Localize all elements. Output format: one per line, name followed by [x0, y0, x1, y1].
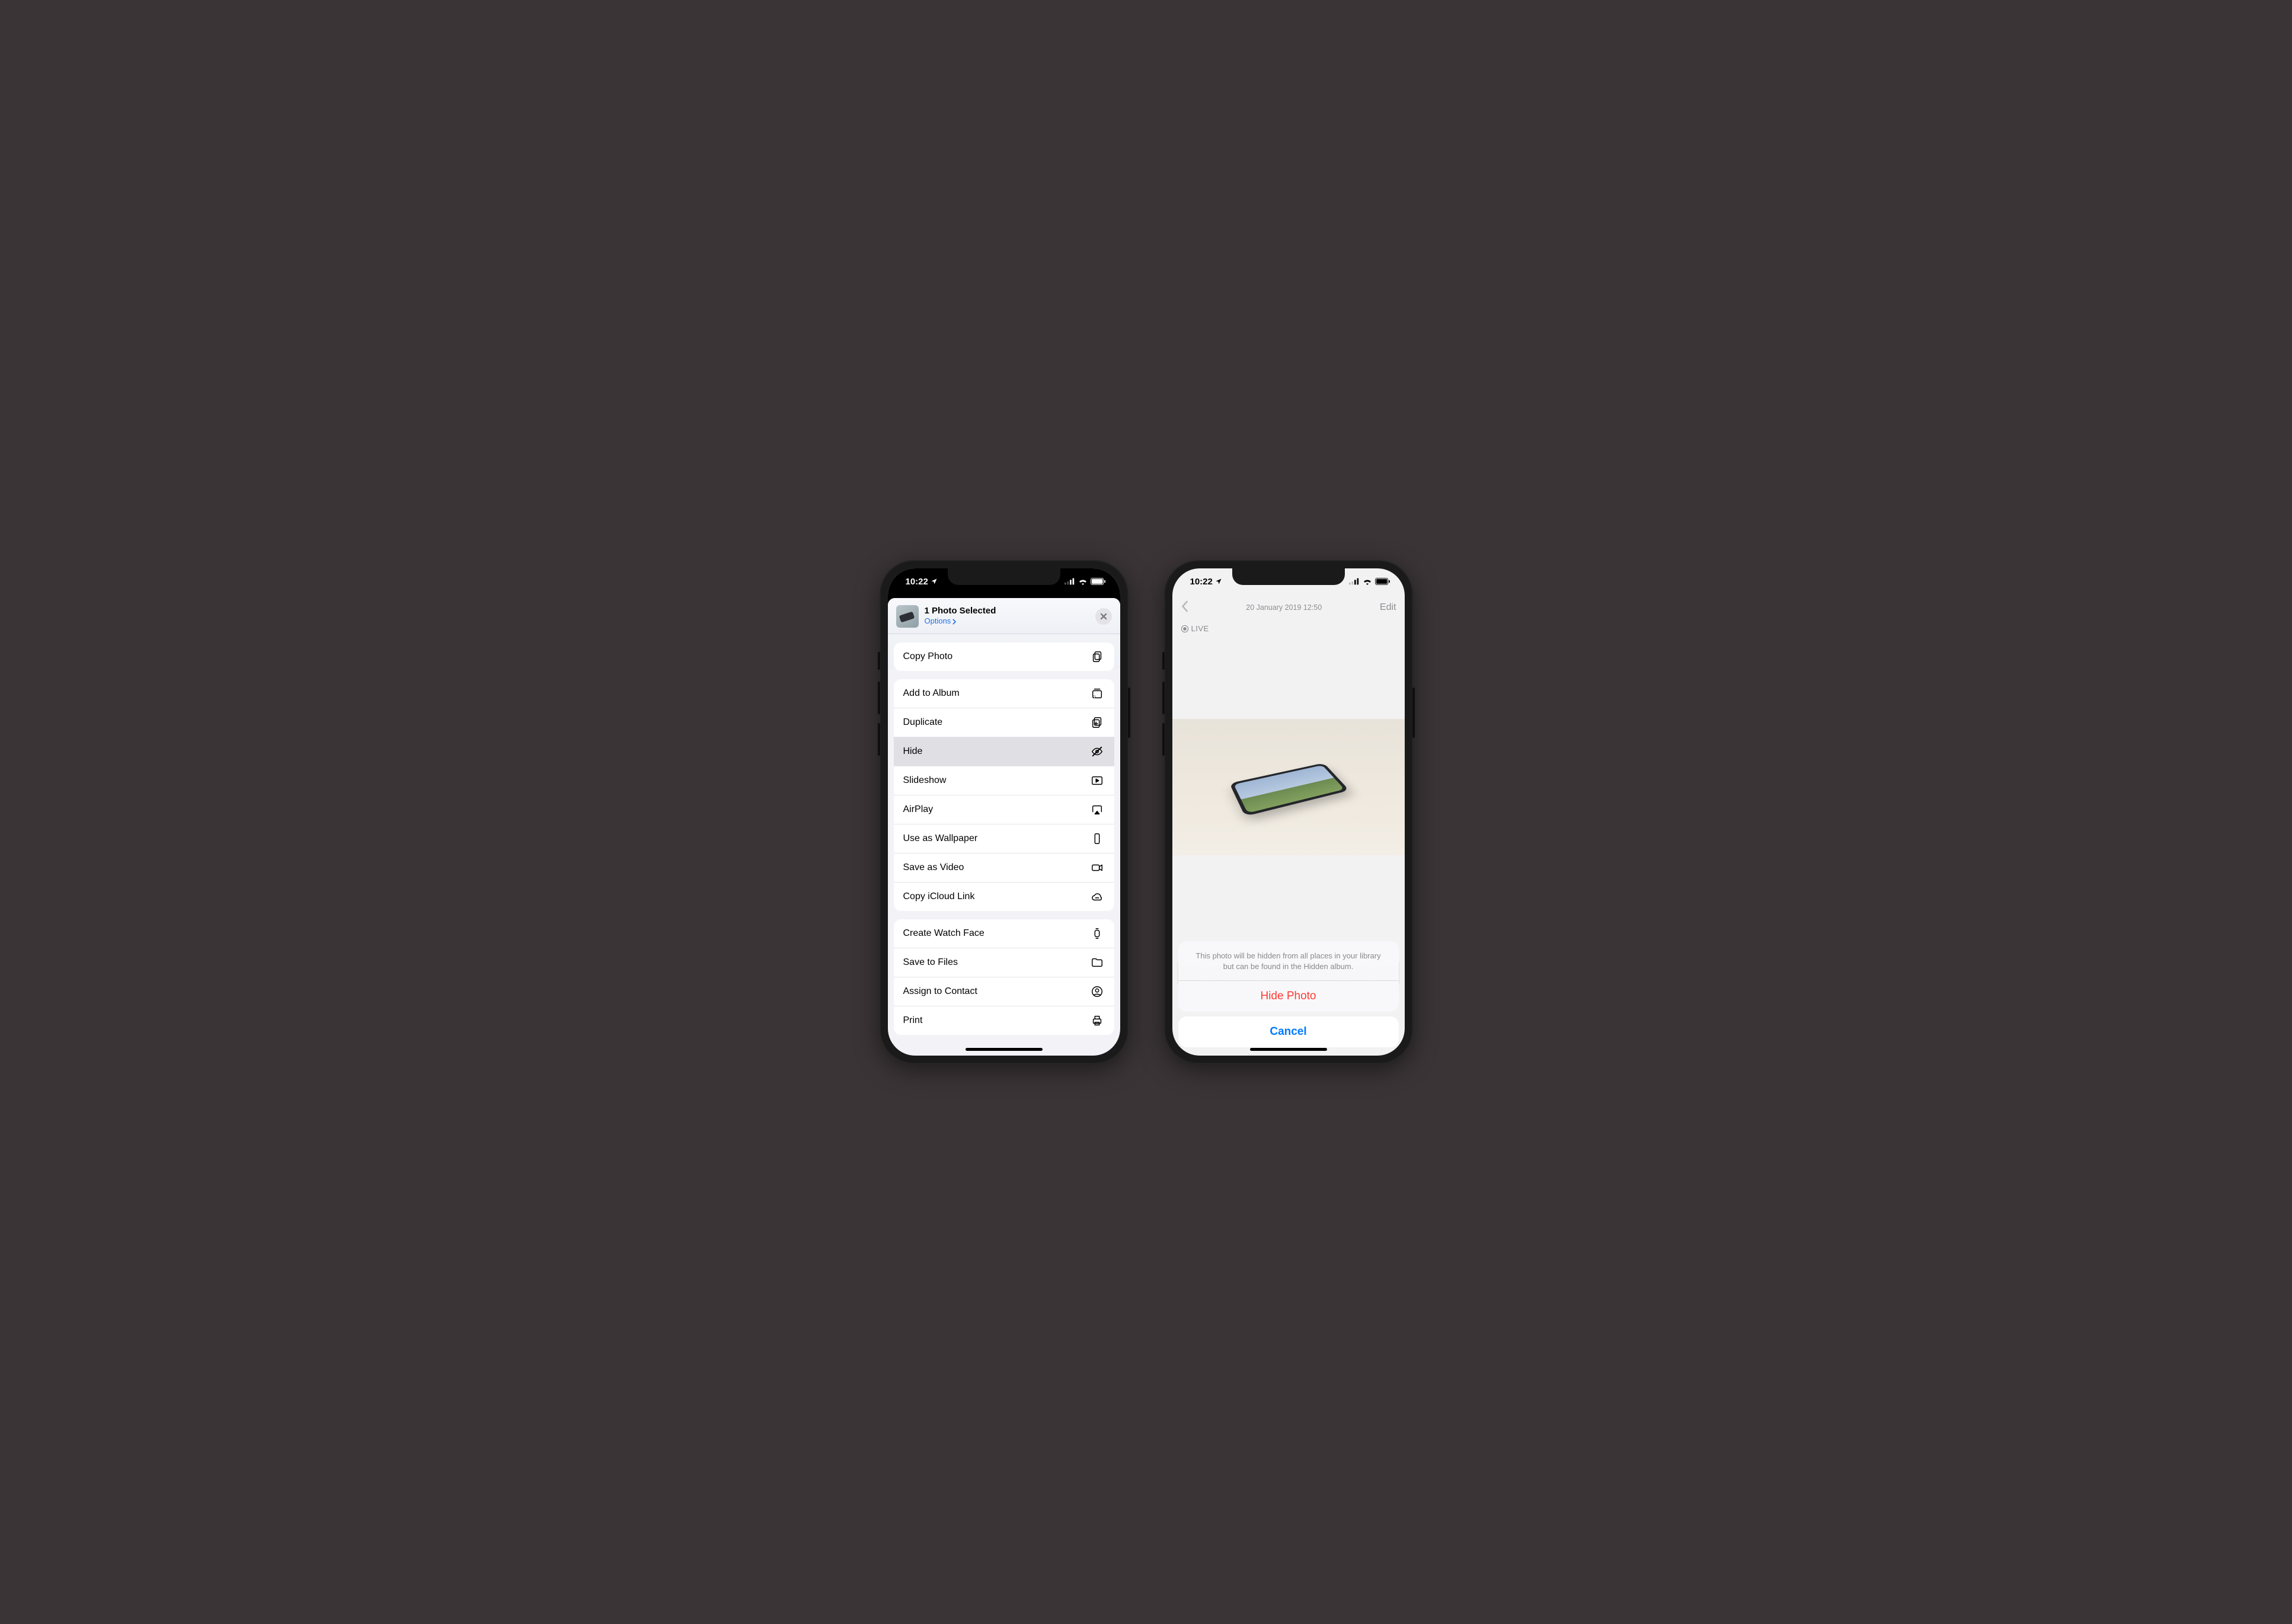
action-copy-icloud-link[interactable]: Copy iCloud Link: [894, 882, 1114, 911]
action-label: Use as Wallpaper: [903, 833, 978, 844]
edit-button[interactable]: Edit: [1380, 602, 1396, 613]
copy-icon: [1089, 650, 1105, 663]
action-label: Copy Photo: [903, 651, 953, 662]
close-button[interactable]: [1095, 608, 1112, 625]
status-time: 10:22: [906, 577, 928, 587]
screen-photo-detail: 10:22 20 January 2019 12:50 Edit LIV: [1172, 568, 1405, 1056]
battery-icon: [1091, 578, 1106, 585]
action-label: AirPlay: [903, 804, 934, 815]
phone-icon: [1089, 832, 1105, 845]
action-label: Save as Video: [903, 862, 964, 873]
action-save-to-files[interactable]: Save to Files: [894, 948, 1114, 977]
notch: [1232, 568, 1345, 585]
watch-icon: [1089, 927, 1105, 940]
photo-content: [1229, 763, 1350, 816]
cloud-icon: [1089, 890, 1105, 903]
device-frame-right: 10:22 20 January 2019 12:50 Edit LIV: [1164, 560, 1413, 1064]
action-duplicate[interactable]: Duplicate: [894, 708, 1114, 737]
action-hide[interactable]: Hide: [894, 737, 1114, 766]
close-icon: [1100, 613, 1107, 620]
share-options-link[interactable]: Options: [925, 617, 957, 626]
action-group: Create Watch Face Save to Files Assign to …: [894, 919, 1114, 1035]
action-airplay[interactable]: AirPlay: [894, 795, 1114, 824]
cellular-icon: [1065, 578, 1075, 585]
screen-share-sheet: 10:22 1 Photo Selected Options: [888, 568, 1120, 1056]
action-label: Print: [903, 1015, 923, 1026]
action-create-watch-face[interactable]: Create Watch Face: [894, 919, 1114, 948]
hide-icon: [1089, 745, 1105, 758]
location-icon: [1215, 578, 1222, 585]
live-badge: LIVE: [1181, 624, 1209, 633]
airplay-icon: [1089, 803, 1105, 816]
print-icon: [1089, 1014, 1105, 1027]
wifi-icon: [1363, 578, 1372, 585]
live-icon: [1181, 625, 1189, 633]
hide-warning-text: This photo will be hidden from all place…: [1178, 941, 1399, 981]
chevron-left-icon: [1181, 600, 1188, 612]
contact-icon: [1089, 985, 1105, 998]
action-assign-to-contact[interactable]: Assign to Contact: [894, 977, 1114, 1006]
action-label: Slideshow: [903, 775, 947, 786]
photo-date: 20 January 2019 12:50: [1188, 603, 1380, 612]
action-label: Assign to Contact: [903, 986, 977, 997]
home-indicator[interactable]: [966, 1048, 1043, 1051]
cellular-icon: [1349, 578, 1360, 585]
play-icon: [1089, 774, 1105, 787]
photo-preview[interactable]: [1172, 719, 1405, 855]
back-button[interactable]: [1181, 600, 1188, 615]
action-copy-photo[interactable]: Copy Photo: [894, 642, 1114, 671]
nav-bar: 20 January 2019 12:50 Edit: [1172, 594, 1405, 621]
share-sheet-body[interactable]: Copy Photo Add to Album Duplicate Hide Slide…: [888, 634, 1120, 1055]
action-sheet: This photo will be hidden from all place…: [1178, 941, 1399, 1047]
action-label: Create Watch Face: [903, 928, 984, 939]
hide-photo-button[interactable]: Hide Photo: [1178, 981, 1399, 1012]
album-icon: [1089, 687, 1105, 700]
action-group: Add to Album Duplicate Hide Slideshow AirPla…: [894, 679, 1114, 911]
battery-icon: [1375, 578, 1390, 585]
action-label: Add to Album: [903, 688, 960, 699]
photo-thumbnail[interactable]: [896, 605, 919, 628]
share-sheet-header: 1 Photo Selected Options: [888, 598, 1120, 634]
folder-icon: [1089, 956, 1105, 969]
duplicate-icon: [1089, 716, 1105, 729]
location-icon: [931, 578, 938, 585]
action-label: Hide: [903, 746, 923, 757]
action-print[interactable]: Print: [894, 1006, 1114, 1035]
action-save-as-video[interactable]: Save as Video: [894, 853, 1114, 882]
chevron-right-icon: [952, 619, 956, 625]
video-icon: [1089, 861, 1105, 874]
home-indicator[interactable]: [1250, 1048, 1327, 1051]
status-time: 10:22: [1190, 577, 1213, 587]
share-title: 1 Photo Selected: [925, 606, 1089, 616]
action-add-to-album[interactable]: Add to Album: [894, 679, 1114, 708]
action-label: Save to Files: [903, 957, 958, 968]
action-slideshow[interactable]: Slideshow: [894, 766, 1114, 795]
action-label: Duplicate: [903, 717, 943, 728]
action-label: Copy iCloud Link: [903, 891, 975, 902]
action-group: Copy Photo: [894, 642, 1114, 671]
wifi-icon: [1078, 578, 1088, 585]
action-card: This photo will be hidden from all place…: [1178, 941, 1399, 1012]
action-use-as-wallpaper[interactable]: Use as Wallpaper: [894, 824, 1114, 853]
share-sheet: 1 Photo Selected Options Copy Photo Add t…: [888, 598, 1120, 1056]
device-frame-left: 10:22 1 Photo Selected Options: [880, 560, 1129, 1064]
notch: [948, 568, 1060, 585]
cancel-button[interactable]: Cancel: [1178, 1016, 1399, 1047]
